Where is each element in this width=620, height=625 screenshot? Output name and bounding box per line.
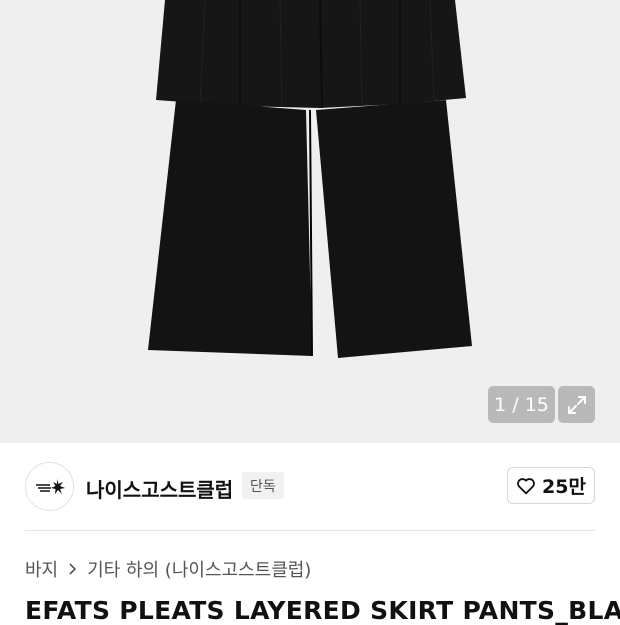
breadcrumb: 바지 기타 하의 (나이스고스트클럽) <box>25 556 311 582</box>
like-button[interactable]: 25만 <box>507 467 595 504</box>
brand-name[interactable]: 나이스고스트클럽 <box>86 474 233 503</box>
divider <box>25 530 595 531</box>
heart-icon <box>517 477 535 494</box>
like-count: 25만 <box>542 476 586 498</box>
expand-button[interactable] <box>558 386 595 423</box>
product-image <box>148 0 472 358</box>
brand-logo[interactable] <box>25 462 74 511</box>
product-title: EFATS PLEATS LAYERED SKIRT PANTS_BLAC <box>25 596 620 625</box>
breadcrumb-subcategory[interactable]: 기타 하의 (나이스고스트클럽) <box>87 556 311 582</box>
product-image-gallery[interactable]: 1 / 15 <box>0 0 620 443</box>
brand-row: 나이스고스트클럽 단독 25만 <box>0 443 620 530</box>
breadcrumb-category[interactable]: 바지 <box>25 556 58 582</box>
exclusive-badge: 단독 <box>242 472 284 499</box>
expand-icon <box>567 395 586 414</box>
image-counter: 1 / 15 <box>488 386 555 423</box>
brand-logo-icon <box>35 478 65 494</box>
chevron-right-icon <box>69 563 77 575</box>
